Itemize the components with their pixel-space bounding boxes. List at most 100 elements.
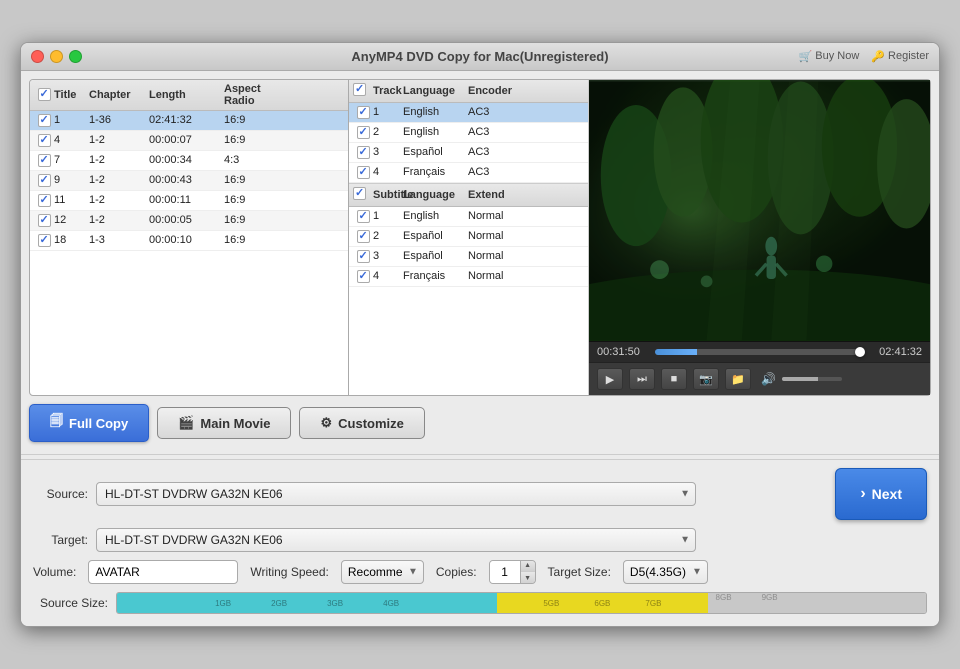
track-table-row[interactable]: 3 Español AC3	[349, 143, 588, 163]
title-table-row[interactable]: 11 1-2 00:00:11 16:9	[30, 191, 348, 211]
row-checkbox[interactable]	[38, 134, 51, 147]
track-checkbox[interactable]	[357, 146, 370, 159]
col-language: Language	[403, 85, 468, 97]
maximize-button[interactable]	[69, 50, 82, 63]
row-checkbox[interactable]	[38, 194, 51, 207]
title-table-row[interactable]: 1 1-36 02:41:32 16:9	[30, 111, 348, 131]
target-size-select[interactable]: D5(4.35G) D9(8.5G)	[623, 560, 708, 584]
source-select[interactable]: HL-DT-ST DVDRW GA32N KE06	[96, 482, 696, 506]
volume-row: Volume: Writing Speed: Recomme Max Min ▼…	[33, 560, 927, 584]
copies-input[interactable]	[490, 561, 520, 583]
col-extend: Extend	[468, 189, 533, 201]
row-length: 02:41:32	[149, 114, 224, 126]
minimize-button[interactable]	[50, 50, 63, 63]
play-button[interactable]: ▶	[597, 368, 623, 390]
progress-bar[interactable]	[655, 349, 864, 355]
size-tick-8gb: 8GB	[716, 593, 732, 602]
writing-speed-select[interactable]: Recomme Max Min	[341, 560, 424, 584]
title-table-row[interactable]: 4 1-2 00:00:07 16:9	[30, 131, 348, 151]
row-length: 00:00:43	[149, 174, 224, 186]
film-icon: 🎬	[178, 415, 194, 431]
full-copy-button[interactable]: 🗐 Full Copy	[29, 404, 149, 442]
divider	[21, 454, 939, 455]
row-title-num: 12	[54, 214, 89, 226]
next-button[interactable]: › Next	[835, 468, 927, 520]
title-table-row[interactable]: 18 1-3 00:00:10 16:9	[30, 231, 348, 251]
screenshot-button[interactable]: 📷	[693, 368, 719, 390]
subtitle-select-all[interactable]	[353, 187, 366, 200]
size-tick-2gb: 2GB	[271, 599, 287, 608]
row-aspect: 16:9	[224, 174, 294, 186]
right-top: Track Language Encoder 1 English AC3 2 E…	[349, 80, 930, 396]
copies-down-button[interactable]: ▼	[521, 572, 535, 584]
copies-up-button[interactable]: ▲	[521, 560, 535, 572]
main-window: AnyMP4 DVD Copy for Mac(Unregistered) 🛒 …	[20, 42, 940, 628]
subtitle-checkbox[interactable]	[357, 230, 370, 243]
folder-button[interactable]: 📁	[725, 368, 751, 390]
track-checkbox[interactable]	[357, 166, 370, 179]
target-select[interactable]: HL-DT-ST DVDRW GA32N KE06	[96, 528, 696, 552]
writing-speed-label: Writing Speed:	[250, 565, 329, 579]
volume-input[interactable]	[88, 560, 238, 584]
subtitle-table-row[interactable]: 4 Français Normal	[349, 267, 588, 287]
copies-spinner[interactable]: ▲ ▼	[489, 560, 536, 584]
subtitle-language: Español	[403, 250, 468, 262]
track-encoder: AC3	[468, 146, 533, 158]
track-select-all[interactable]	[353, 83, 366, 96]
preview-panel: 00:31:50 02:41:32 ▶ ⏭ ■ 📷 📁	[589, 80, 930, 396]
time-current: 00:31:50	[597, 346, 647, 358]
track-table-row[interactable]: 2 English AC3	[349, 123, 588, 143]
size-tick-9gb: 9GB	[762, 593, 778, 602]
subtitle-table-row[interactable]: 3 Español Normal	[349, 247, 588, 267]
subtitle-checkbox[interactable]	[357, 270, 370, 283]
row-chapter: 1-2	[89, 174, 149, 186]
subtitle-extend: Normal	[468, 230, 533, 242]
settings-panel: Source: HL-DT-ST DVDRW GA32N KE06 ▼ › Ne…	[21, 459, 939, 626]
track-encoder: AC3	[468, 126, 533, 138]
subtitle-table-row[interactable]: 2 Español Normal	[349, 227, 588, 247]
track-checkbox[interactable]	[357, 106, 370, 119]
close-button[interactable]	[31, 50, 44, 63]
subtitle-checkbox[interactable]	[357, 210, 370, 223]
select-all-checkbox[interactable]	[38, 88, 51, 101]
row-checkbox[interactable]	[38, 154, 51, 167]
row-checkbox[interactable]	[38, 174, 51, 187]
track-num: 4	[373, 166, 403, 178]
title-table-row[interactable]: 7 1-2 00:00:34 4:3	[30, 151, 348, 171]
track-checkbox[interactable]	[357, 126, 370, 139]
subtitle-table-row[interactable]: 1 English Normal	[349, 207, 588, 227]
subtitle-checkbox[interactable]	[357, 250, 370, 263]
spinner-buttons: ▲ ▼	[520, 560, 535, 584]
main-movie-button[interactable]: 🎬 Main Movie	[157, 407, 291, 439]
row-checkbox[interactable]	[38, 234, 51, 247]
source-size-bar: 1GB 2GB 3GB 4GB 5GB 6GB 7GB	[116, 592, 927, 614]
track-table-row[interactable]: 1 English AC3	[349, 103, 588, 123]
source-size-label: Source Size:	[33, 596, 108, 610]
buy-now-button[interactable]: 🛒 Buy Now	[799, 50, 860, 63]
title-list-panel: Title Chapter Length Aspect Radio 1 1-36…	[29, 79, 349, 397]
subtitle-num: 2	[373, 230, 403, 242]
size-tick-1gb: 1GB	[215, 599, 231, 608]
customize-button[interactable]: ⚙ Customize	[299, 407, 424, 439]
track-table-row[interactable]: 4 Français AC3	[349, 163, 588, 183]
title-table-row[interactable]: 9 1-2 00:00:43 16:9	[30, 171, 348, 191]
col-subtitle: Subtitle	[373, 189, 403, 201]
track-encoder: AC3	[468, 166, 533, 178]
source-label: Source:	[33, 487, 88, 501]
title-actions: 🛒 Buy Now 🔑 Register	[799, 50, 929, 63]
row-chapter: 1-2	[89, 154, 149, 166]
size-bar-segment-cyan: 1GB 2GB 3GB 4GB	[117, 593, 497, 613]
stop-button[interactable]: ■	[661, 368, 687, 390]
register-button[interactable]: 🔑 Register	[871, 50, 929, 63]
title-table-header: Title Chapter Length Aspect Radio	[30, 80, 348, 111]
row-checkbox[interactable]	[38, 214, 51, 227]
title-table-row[interactable]: 12 1-2 00:00:05 16:9	[30, 211, 348, 231]
row-aspect: 16:9	[224, 134, 294, 146]
row-length: 00:00:07	[149, 134, 224, 146]
subtitle-extend: Normal	[468, 250, 533, 262]
progress-filled	[655, 349, 697, 355]
volume-slider[interactable]	[782, 377, 842, 381]
row-checkbox[interactable]	[38, 114, 51, 127]
col-title: Title	[54, 89, 89, 101]
fast-forward-button[interactable]: ⏭	[629, 368, 655, 390]
